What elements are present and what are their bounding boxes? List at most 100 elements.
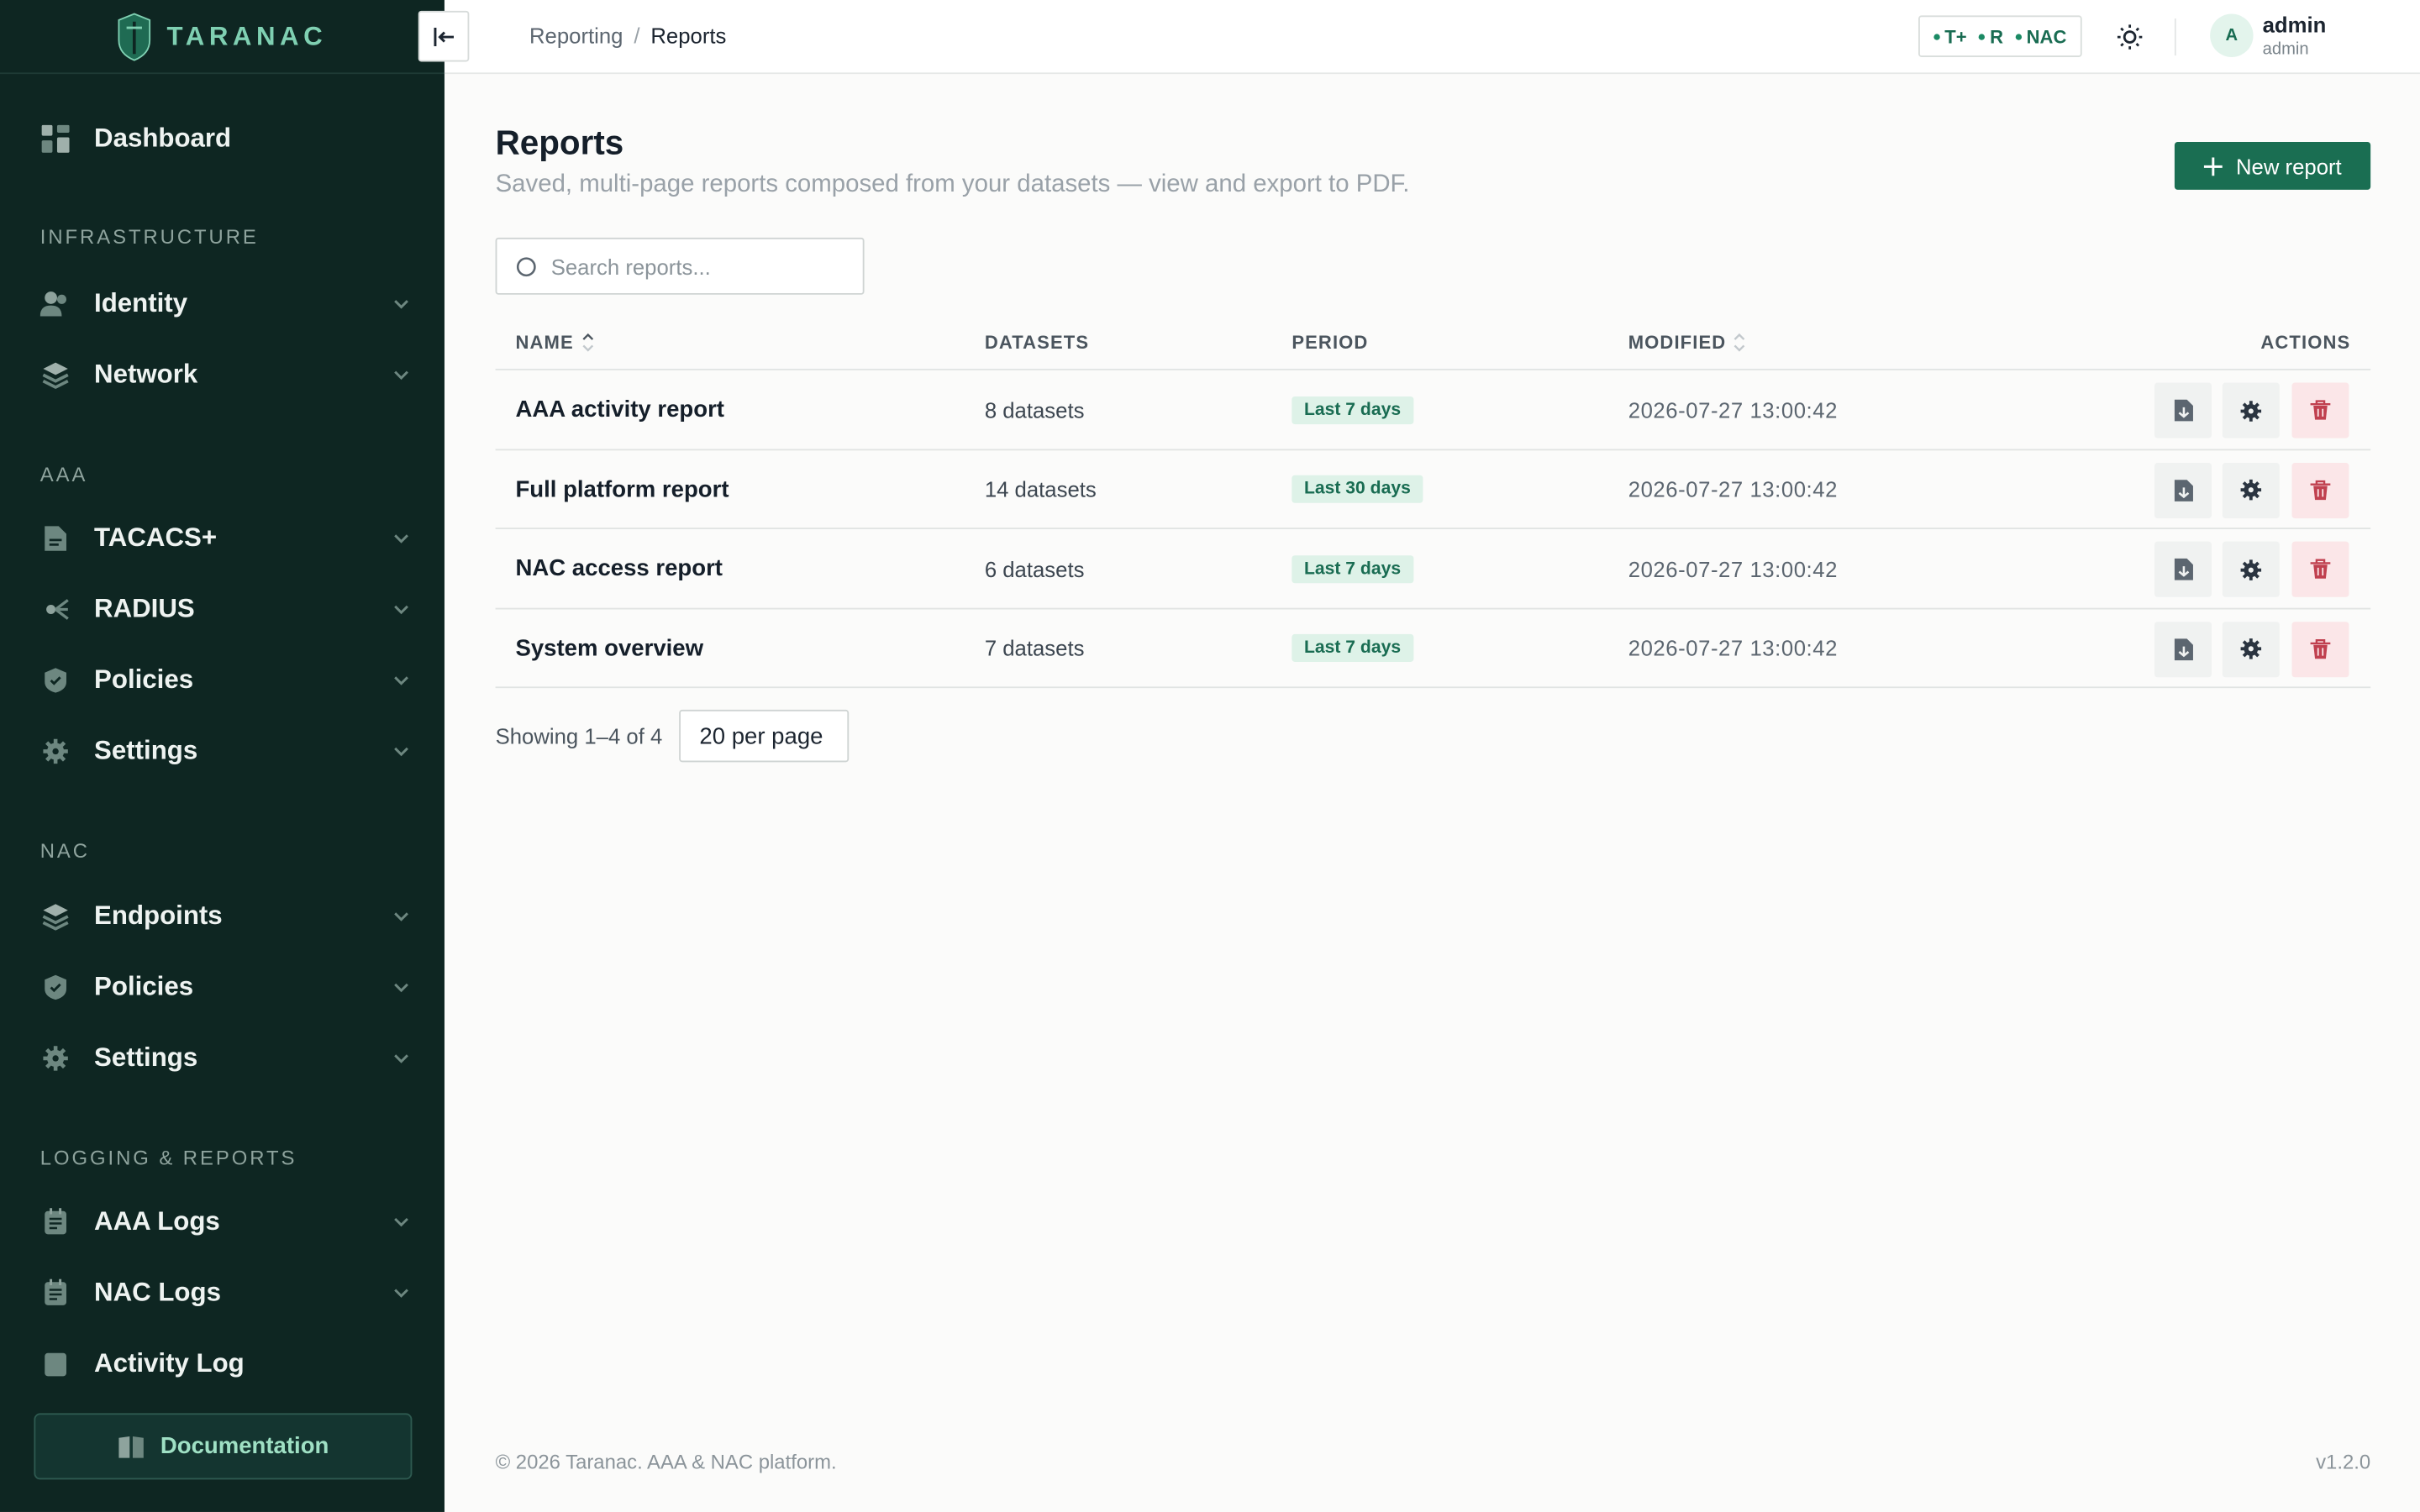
sidebar-item-radius[interactable]: RADIUS — [40, 586, 411, 633]
sun-icon[interactable] — [2114, 22, 2145, 53]
sidebar-item-settings-aaa[interactable]: Settings — [40, 728, 411, 774]
export-pdf-button[interactable] — [2154, 382, 2212, 438]
export-pdf-button[interactable] — [2154, 621, 2212, 677]
search-icon — [516, 256, 536, 276]
chevron-down-icon — [394, 534, 408, 543]
layers-icon — [40, 901, 71, 932]
chevron-down-icon — [394, 1217, 408, 1227]
sidebar-item-label: Policies — [94, 972, 194, 1002]
sidebar-item-label: TACACS+ — [94, 522, 218, 553]
file-download-icon — [2173, 558, 2193, 580]
sidebar-item-endpoints[interactable]: Endpoints — [40, 893, 411, 939]
book-icon — [118, 1436, 144, 1457]
sidebar-item-nac-logs[interactable]: NAC Logs — [40, 1270, 411, 1316]
delete-report-button[interactable] — [2291, 382, 2349, 438]
search-box — [495, 237, 865, 295]
sidebar-item-label: Dashboard — [94, 123, 232, 153]
report-name[interactable]: System overview — [515, 609, 703, 688]
delete-report-button[interactable] — [2291, 462, 2349, 518]
status-tacacs: T+ — [1933, 25, 1967, 48]
sidebar-item-activity-log[interactable]: Activity Log — [40, 1341, 411, 1387]
sidebar-item-network[interactable]: Network — [40, 352, 411, 398]
activity-icon — [40, 1348, 71, 1379]
table-row[interactable]: AAA activity report 8 datasets Last 7 da… — [495, 370, 2371, 450]
per-page-select[interactable]: 20 per page — [679, 709, 850, 763]
brand[interactable]: TARANAC — [0, 0, 445, 75]
chevron-down-icon — [394, 300, 408, 309]
report-settings-button[interactable] — [2222, 541, 2280, 597]
sidebar-item-policies-nac[interactable]: Policies — [40, 964, 411, 1011]
collapse-sidebar-button[interactable] — [418, 10, 470, 62]
sidebar-item-dashboard[interactable]: Dashboard — [40, 116, 411, 162]
breadcrumb-parent[interactable]: Reporting — [529, 24, 623, 48]
chevron-down-icon — [394, 1054, 408, 1063]
sidebar-item-policies-aaa[interactable]: Policies — [40, 657, 411, 703]
page-title: Reports — [495, 123, 624, 162]
table-row[interactable]: NAC access report 6 datasets Last 7 days… — [495, 529, 2371, 609]
documentation-button[interactable]: Documentation — [34, 1413, 413, 1480]
sidebar-item-identity[interactable]: Identity — [39, 281, 411, 327]
column-actions: ACTIONS — [2260, 331, 2351, 354]
report-name[interactable]: Full platform report — [515, 449, 729, 528]
column-period: PERIOD — [1292, 331, 1369, 354]
file-icon — [40, 523, 71, 554]
gear-icon — [2240, 479, 2262, 501]
page-subtitle: Saved, multi-page reports composed from … — [495, 171, 1410, 198]
sidebar-item-label: Endpoints — [94, 900, 223, 931]
status-dot-icon — [1979, 34, 1986, 41]
table-row[interactable]: Full platform report 14 datasets Last 30… — [495, 449, 2371, 529]
sidebar-item-label: Settings — [94, 1042, 198, 1073]
gear-icon — [2240, 638, 2262, 659]
export-pdf-button[interactable] — [2154, 541, 2212, 597]
sidebar-item-tacacs[interactable]: TACACS+ — [40, 515, 411, 561]
file-download-icon — [2173, 638, 2193, 660]
report-name[interactable]: AAA activity report — [515, 370, 724, 449]
pagination-info: Showing 1–4 of 4 — [495, 723, 663, 748]
sort-icon — [1734, 333, 1746, 352]
user-name[interactable]: admin — [2263, 13, 2327, 37]
report-datasets: 6 datasets — [984, 556, 1085, 581]
column-modified[interactable]: MODIFIED — [1628, 332, 1746, 354]
report-modified: 2026-07-27 13:00:42 — [1628, 556, 1838, 581]
new-report-button[interactable]: New report — [2174, 141, 2371, 190]
breadcrumb: Reporting / Reports — [529, 24, 726, 48]
report-period: Last 7 days — [1292, 609, 1413, 688]
status-radius: R — [1979, 25, 2003, 47]
report-settings-button[interactable] — [2222, 462, 2280, 518]
breadcrumb-separator: / — [634, 23, 640, 48]
users-icon — [39, 288, 71, 319]
new-report-label: New report — [2235, 153, 2342, 179]
table-row[interactable]: System overview 7 datasets Last 7 days 2… — [495, 609, 2371, 689]
column-modified-label: MODIFIED — [1628, 331, 1727, 354]
sidebar-item-label: RADIUS — [94, 594, 195, 624]
shield-logo-icon — [118, 12, 151, 60]
search-input[interactable] — [550, 254, 844, 279]
reports-table: NAME DATASETS PERIOD MODIFIED ACTIONS AA… — [495, 312, 2371, 689]
report-datasets: 8 datasets — [984, 396, 1085, 423]
column-name[interactable]: NAME — [515, 332, 593, 354]
gear-icon — [40, 1043, 71, 1074]
report-modified: 2026-07-27 13:00:42 — [1628, 476, 1838, 501]
section-infrastructure: INFRASTRUCTURE — [39, 225, 259, 249]
service-status-badge[interactable]: T+ R NAC — [1918, 15, 2082, 57]
delete-report-button[interactable] — [2291, 541, 2349, 597]
report-settings-button[interactable] — [2222, 382, 2280, 438]
report-settings-button[interactable] — [2222, 621, 2280, 677]
period-badge: Last 7 days — [1292, 554, 1413, 583]
status-nac-label: NAC — [2026, 25, 2067, 48]
file-download-icon — [2173, 479, 2193, 501]
avatar[interactable]: A — [2210, 13, 2254, 57]
sidebar-item-aaa-logs[interactable]: AAA Logs — [40, 1199, 411, 1245]
shield-check-icon — [40, 665, 71, 696]
status-tacacs-label: T+ — [1944, 25, 1967, 48]
report-name[interactable]: NAC access report — [515, 529, 723, 608]
divider — [2174, 18, 2176, 56]
breadcrumb-current: Reports — [650, 23, 727, 48]
delete-report-button[interactable] — [2291, 621, 2349, 677]
status-dot-icon — [1933, 34, 1940, 41]
export-pdf-button[interactable] — [2154, 462, 2212, 518]
report-datasets: 14 datasets — [984, 476, 1097, 501]
plus-icon — [2203, 156, 2223, 176]
sidebar-item-settings-nac[interactable]: Settings — [40, 1035, 411, 1081]
sidebar: TARANAC Dashboard INFRASTRUCTURE Identit… — [0, 0, 445, 1512]
